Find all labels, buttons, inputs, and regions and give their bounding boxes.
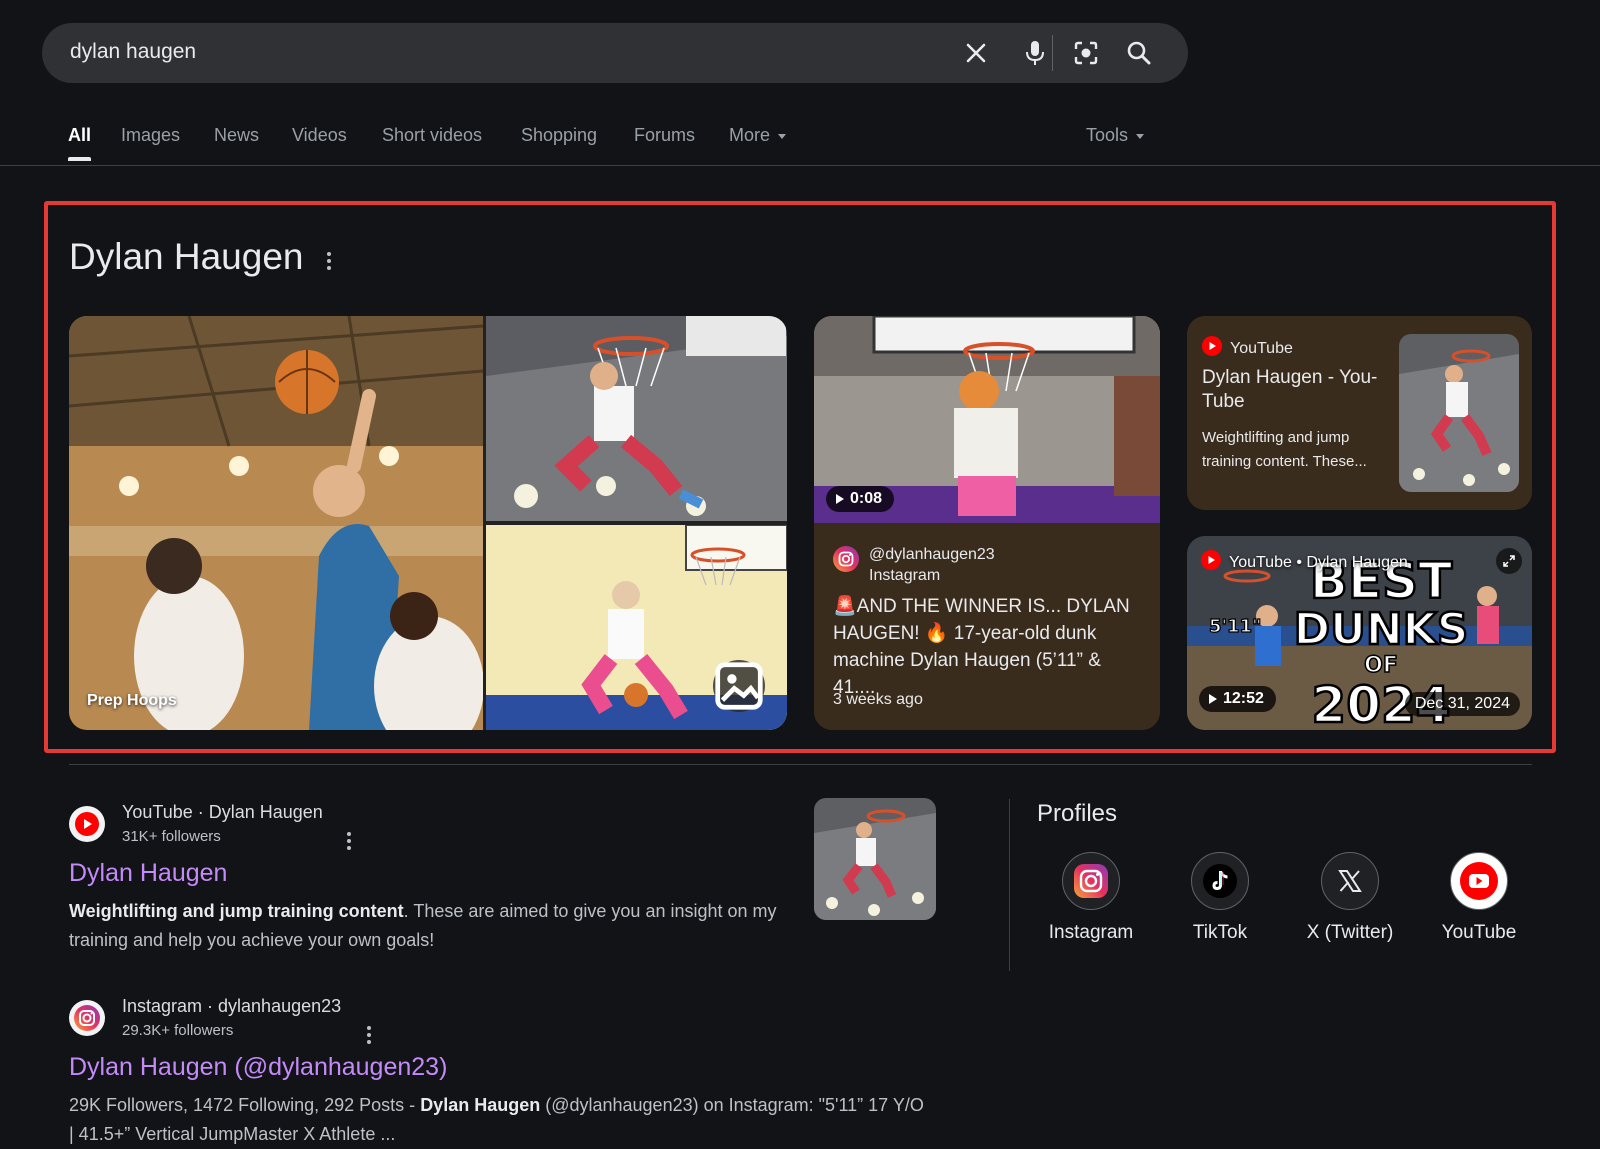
youtube-icon: [1201, 550, 1221, 575]
result-options-icon[interactable]: [347, 832, 351, 850]
result-thumbnail[interactable]: [814, 798, 936, 920]
youtube-icon: [1202, 336, 1222, 361]
youtube-channel-thumbnail: [1399, 334, 1519, 492]
youtube-card-snippet: Weightlifting and jump training content.…: [1202, 429, 1367, 470]
youtube-icon: [1450, 852, 1508, 910]
search-tabs: All Images News Videos Short videos Shop…: [0, 110, 1600, 166]
x-icon: [1321, 852, 1379, 910]
instagram-post-time: 3 weeks ago: [833, 691, 923, 708]
result-snippet: Weightlifting and jump training content.…: [69, 897, 789, 955]
result-title-link[interactable]: Dylan Haugen: [69, 859, 227, 888]
profile-label: X (Twitter): [1306, 922, 1394, 943]
search-bar[interactable]: dylan haugen: [42, 23, 1188, 83]
tab-all[interactable]: All: [68, 125, 91, 146]
profile-label: TikTok: [1192, 922, 1248, 943]
video-duration-badge: 12:52: [1199, 686, 1276, 712]
result-snippet: 29K Followers, 1472 Following, 292 Posts…: [69, 1091, 929, 1149]
camera-lens-icon[interactable]: [1070, 37, 1102, 69]
profiles-divider: [1009, 799, 1010, 971]
profile-label: Instagram: [1048, 922, 1134, 943]
instagram-icon: [1062, 852, 1120, 910]
video-duration: 12:52: [1223, 690, 1264, 707]
caret-down-icon: [778, 133, 787, 139]
result-site[interactable]: YouTube · Dylan Haugen: [122, 802, 323, 823]
collage-image-main[interactable]: Prep Hoops: [69, 316, 483, 730]
tab-shopping[interactable]: Shopping: [521, 125, 597, 146]
tab-videos[interactable]: Videos: [292, 125, 347, 146]
search-divider: [1052, 35, 1053, 71]
tools-label: Tools: [1086, 125, 1129, 145]
microphone-icon[interactable]: [1019, 37, 1051, 69]
profile-instagram[interactable]: Instagram: [1026, 852, 1156, 944]
tiktok-icon: [1191, 852, 1249, 910]
profile-youtube[interactable]: YouTube: [1414, 852, 1544, 944]
caret-down-icon: [1136, 133, 1145, 139]
youtube-video-card[interactable]: BEST DUNKS OF 2024 5'11" YouTube • Dylan…: [1187, 536, 1532, 730]
entity-title: Dylan Haugen: [69, 236, 304, 277]
result-snippet-text: 29K Followers, 1472 Following, 292 Posts…: [69, 1095, 421, 1115]
tab-short-videos[interactable]: Short videos: [382, 125, 482, 146]
profile-tiktok[interactable]: TikTok: [1155, 852, 1285, 944]
video-duration-badge: 0:08: [826, 486, 895, 512]
youtube-source: YouTube: [1202, 336, 1293, 361]
profiles-title: Profiles: [1037, 800, 1118, 827]
result-snippet-bold: Dylan Haugen: [420, 1095, 541, 1115]
youtube-video-source-label: YouTube • Dylan Haugen: [1229, 553, 1408, 571]
play-icon: [1209, 694, 1217, 704]
instagram-icon: [833, 546, 859, 586]
tools-button[interactable]: Tools: [1086, 125, 1145, 146]
collage-image-bottom-right[interactable]: [486, 525, 787, 730]
instagram-source: @dylanhaugen23 Instagram: [833, 544, 995, 586]
youtube-icon: [75, 812, 99, 836]
result-followers: 31K+ followers: [122, 828, 221, 845]
profile-label: YouTube: [1441, 922, 1517, 943]
thumbnail-text-line: DUNKS: [1294, 604, 1469, 655]
tab-forums[interactable]: Forums: [634, 125, 695, 146]
collage-image-top-right[interactable]: [486, 316, 787, 521]
instagram-favicon: [69, 1000, 105, 1036]
tab-more[interactable]: More: [729, 125, 787, 146]
image-collage[interactable]: Prep Hoops: [69, 316, 787, 730]
youtube-video-source: YouTube • Dylan Haugen: [1201, 550, 1408, 575]
active-tab-indicator: [68, 157, 91, 161]
search-input[interactable]: dylan haugen: [70, 40, 196, 64]
tab-images[interactable]: Images: [121, 125, 180, 146]
video-date: Dec 31, 2024: [1404, 692, 1520, 716]
view-images-button[interactable]: [713, 660, 765, 712]
search-icon[interactable]: [1123, 37, 1155, 69]
youtube-channel-card[interactable]: YouTube Dylan Haugen - You-Tube Weightli…: [1187, 316, 1532, 510]
result-options-icon[interactable]: [367, 1026, 371, 1044]
youtube-favicon: [69, 806, 105, 842]
result-site[interactable]: Instagram · dylanhaugen23: [122, 996, 341, 1017]
youtube-card-title: Dylan Haugen - You-Tube: [1202, 367, 1378, 412]
profile-x-twitter[interactable]: X (Twitter): [1285, 852, 1415, 944]
thumbnail-text-line: OF: [1364, 653, 1398, 678]
image-icon: [715, 662, 763, 710]
result-followers: 29.3K+ followers: [122, 1022, 234, 1039]
more-options-icon[interactable]: [327, 252, 331, 270]
result-title-link[interactable]: Dylan Haugen (@dylanhaugen23): [69, 1053, 447, 1082]
section-divider: [69, 764, 1532, 765]
video-duration: 0:08: [850, 490, 883, 507]
play-icon: [836, 494, 844, 504]
tab-news[interactable]: News: [214, 125, 259, 146]
youtube-source-label: YouTube: [1230, 339, 1293, 357]
image-source-caption: Prep Hoops: [87, 692, 177, 709]
instagram-video-card[interactable]: 0:08 @dylanhaugen23 Instagram 🚨AND THE W…: [814, 316, 1160, 730]
instagram-platform: Instagram: [869, 567, 941, 584]
clear-icon[interactable]: [960, 37, 992, 69]
thumbnail-height-text: 5'11": [1209, 616, 1261, 637]
expand-icon[interactable]: [1496, 548, 1522, 574]
result-snippet-bold: Weightlifting and jump training content: [69, 901, 404, 921]
instagram-post-text: 🚨AND THE WINNER IS... DYLAN HAUGEN! 🔥 17…: [833, 596, 1130, 698]
tab-more-label: More: [729, 125, 771, 145]
instagram-icon: [74, 1005, 100, 1031]
instagram-handle: @dylanhaugen23: [869, 546, 995, 563]
